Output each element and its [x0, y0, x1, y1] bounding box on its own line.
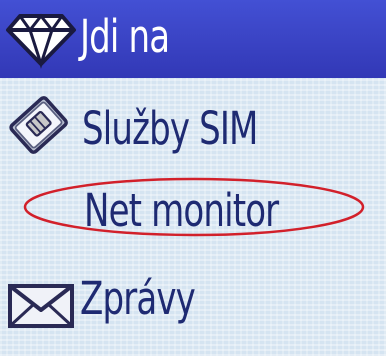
menu-item-jdi-na[interactable]: Jdi na — [0, 0, 386, 78]
menu-item-label: Jdi na — [80, 10, 170, 63]
menu-item-label: Služby SIM — [82, 102, 258, 155]
menu-item-net-monitor[interactable]: Net monitor — [0, 170, 386, 248]
envelope-icon — [8, 284, 74, 328]
screen-edge — [386, 0, 391, 356]
menu-item-label: Zprávy — [80, 272, 196, 325]
menu-item-label: Net monitor — [84, 184, 279, 237]
phone-screen: Jdi na Služby SIM Net monitor Zprávy — [0, 0, 386, 356]
menu-item-zpravy[interactable]: Zprávy — [0, 262, 386, 340]
sim-card-icon — [9, 96, 68, 154]
menu-item-sluzby-sim[interactable]: Služby SIM — [0, 88, 386, 166]
diamond-icon — [6, 13, 76, 69]
